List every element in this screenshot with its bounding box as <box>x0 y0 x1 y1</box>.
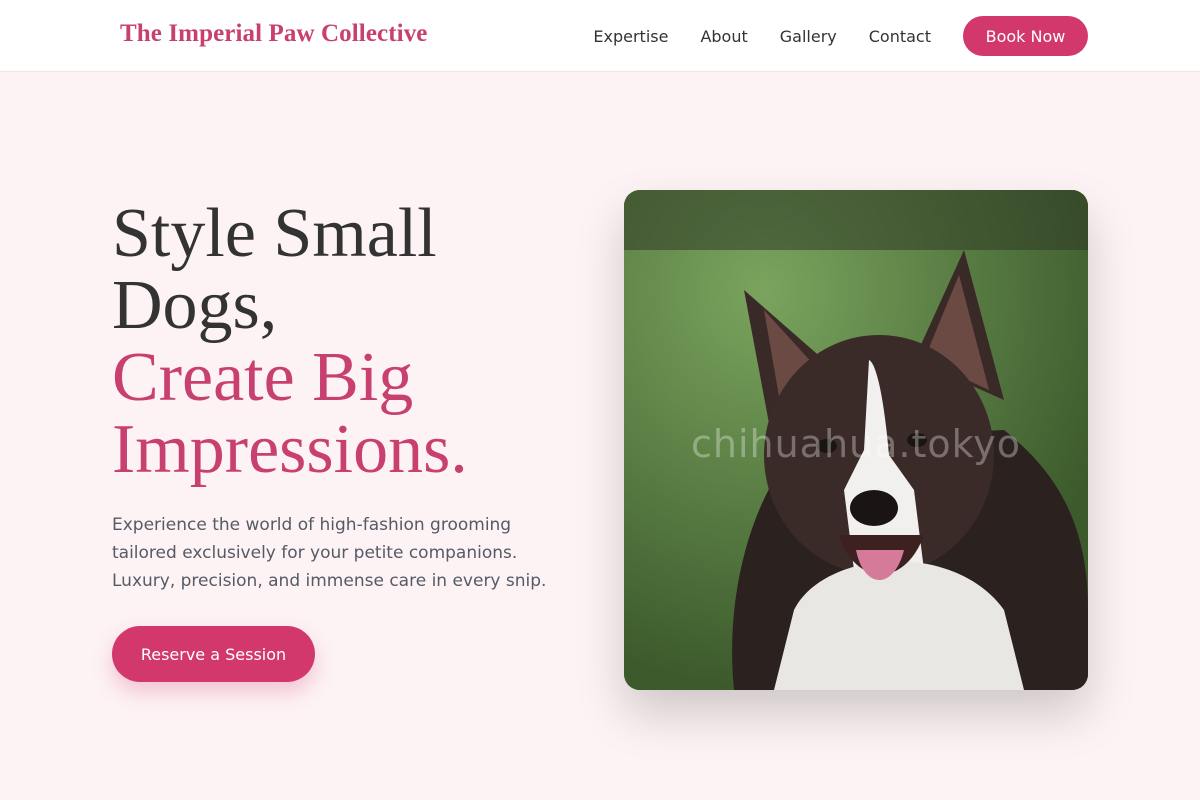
nav-link-expertise[interactable]: Expertise <box>593 27 668 46</box>
reserve-session-button[interactable]: Reserve a Session <box>112 626 315 682</box>
top-navigation-bar: The Imperial Paw Collective Expertise Ab… <box>0 0 1200 72</box>
nav-links: Expertise About Gallery Contact Book Now <box>593 16 1088 56</box>
hero-headline: Style Small Dogs, Create Big Impressions… <box>112 198 592 486</box>
hero-dog-photo: chihuahua.tokyo <box>624 190 1088 690</box>
nav-link-contact[interactable]: Contact <box>869 27 931 46</box>
brand-logo-text[interactable]: The Imperial Paw Collective <box>120 20 428 48</box>
headline-line-2: Dogs, <box>112 267 278 344</box>
headline-line-1: Style Small <box>112 195 437 272</box>
nav-link-about[interactable]: About <box>700 27 747 46</box>
hero-description: Experience the world of high-fashion gro… <box>112 515 547 591</box>
book-now-button[interactable]: Book Now <box>963 16 1088 56</box>
photo-watermark: chihuahua.tokyo <box>690 422 1022 466</box>
headline-accent-line-1: Create Big <box>112 339 414 416</box>
headline-accent-line-2: Impressions. <box>112 411 468 488</box>
nav-link-gallery[interactable]: Gallery <box>780 27 837 46</box>
